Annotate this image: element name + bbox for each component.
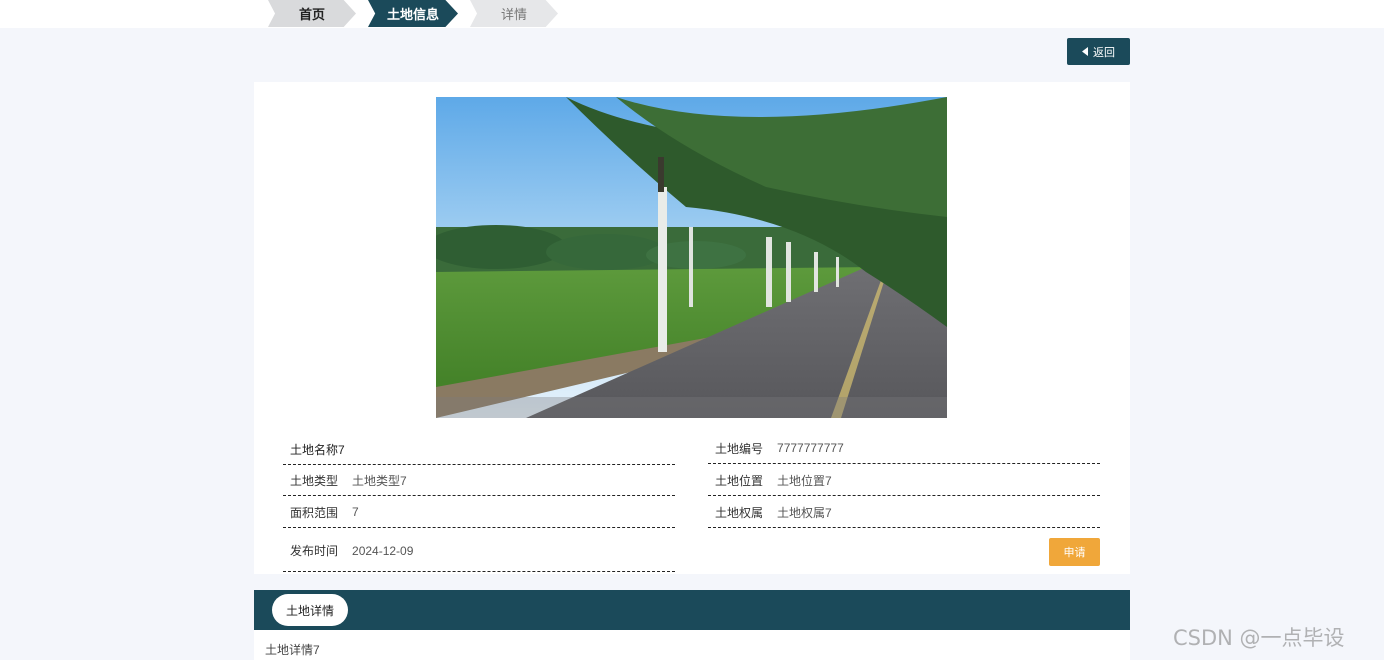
land-ownership-field: 土地权属 土地权属7 (708, 497, 1100, 528)
area-range-field: 面积范围 7 (283, 497, 675, 528)
back-button[interactable]: 返回 (1067, 38, 1130, 65)
caret-left-icon (1082, 47, 1088, 56)
land-ownership-label: 土地权属 (715, 505, 764, 520)
top-nav-bar: 首页 土地信息 详情 (0, 0, 1384, 28)
breadcrumb-land-info[interactable]: 土地信息 (368, 0, 458, 27)
publish-time-value: 2024-12-09 (352, 543, 414, 558)
land-type-value: 土地类型7 (352, 473, 407, 488)
area-range-value: 7 (352, 505, 359, 519)
breadcrumb-home[interactable]: 首页 (268, 0, 356, 27)
detail-content-area: 土地详情7 (254, 630, 1130, 660)
land-location-field: 土地位置 土地位置7 (708, 465, 1100, 496)
land-location-label: 土地位置 (715, 473, 764, 488)
land-code-label: 土地编号 (715, 441, 764, 456)
land-name-label: 土地名称7 (290, 442, 345, 457)
watermark: CSDN @一点毕设 (1173, 626, 1345, 650)
land-ownership-value: 土地权属7 (777, 505, 832, 520)
detail-content-text: 土地详情7 (265, 643, 320, 657)
back-button-label: 返回 (1093, 46, 1115, 59)
apply-button[interactable]: 申请 (1049, 538, 1100, 566)
land-type-label: 土地类型 (290, 473, 339, 488)
land-photo (436, 97, 947, 418)
publish-time-label: 发布时间 (290, 544, 339, 558)
land-name-field: 土地名称7 (283, 434, 675, 465)
area-range-label: 面积范围 (290, 505, 339, 520)
land-code-field: 土地编号 7777777777 (708, 433, 1100, 464)
land-type-field: 土地类型 土地类型7 (283, 465, 675, 496)
breadcrumb-detail[interactable]: 详情 (470, 0, 558, 27)
land-code-value: 7777777777 (777, 441, 844, 455)
land-location-value: 土地位置7 (777, 473, 832, 488)
detail-tab-bar: 土地详情 (254, 590, 1130, 630)
tab-land-detail[interactable]: 土地详情 (272, 594, 348, 626)
publish-time-field: 发布时间 2024-12-09 (283, 530, 675, 572)
